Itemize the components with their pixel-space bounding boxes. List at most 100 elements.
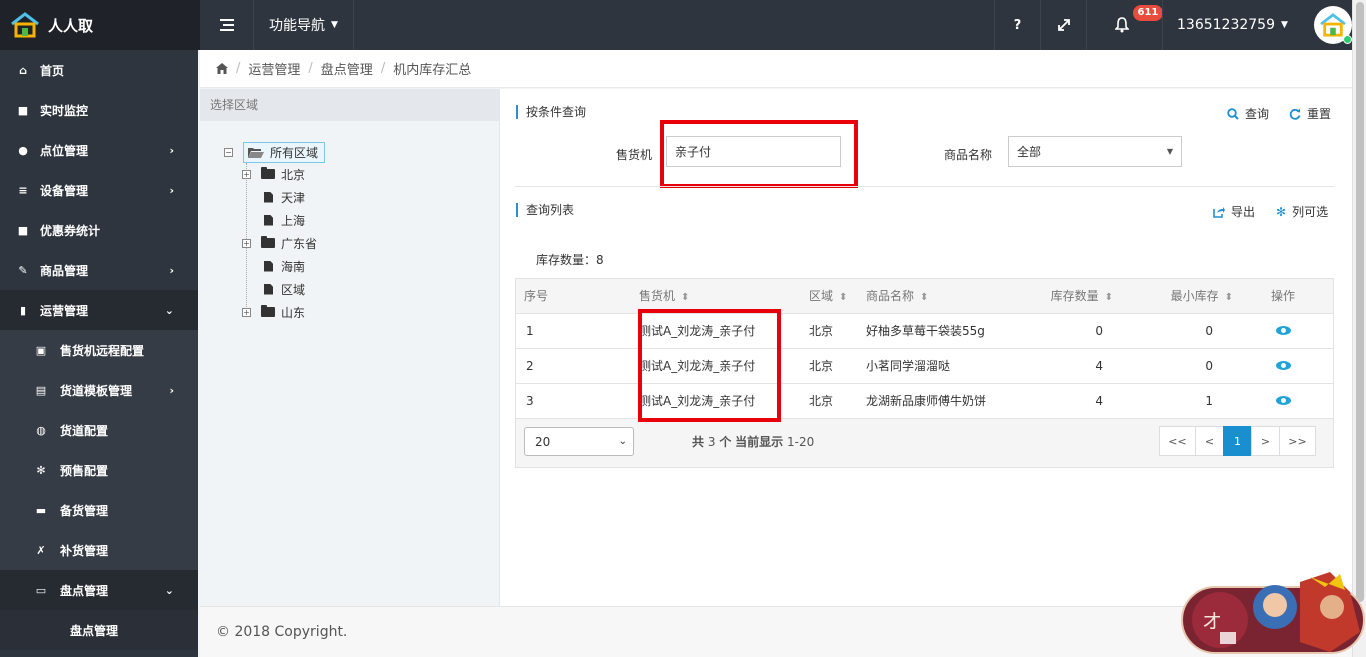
expand-toggle-icon[interactable]: + bbox=[242, 238, 251, 248]
tree-node-tianjin[interactable]: 天津 bbox=[264, 188, 305, 206]
breadcrumb-item-operations[interactable]: 运营管理 bbox=[248, 59, 300, 78]
sort-icon[interactable]: ⬍ bbox=[839, 292, 847, 303]
sort-icon[interactable]: ⬍ bbox=[1105, 292, 1113, 303]
sort-icon[interactable]: ⬍ bbox=[681, 292, 689, 303]
brand-name: 人人取 bbox=[48, 16, 94, 35]
logo-icon bbox=[11, 12, 39, 38]
product-select[interactable]: 全部 ▼ bbox=[1008, 136, 1182, 167]
sidebar-item-label: 优惠券统计 bbox=[40, 223, 101, 238]
chevron-right-icon: › bbox=[169, 383, 174, 397]
tree-node-selected[interactable]: 所有区域 bbox=[243, 141, 326, 163]
chevron-down-icon: ⌄ bbox=[618, 436, 627, 447]
prev-page-button[interactable]: < bbox=[1195, 426, 1224, 456]
sidebar-item-devices[interactable]: ≡ 设备管理 › bbox=[0, 170, 198, 210]
sidebar-item-coupons[interactable]: ■ 优惠券统计 bbox=[0, 210, 198, 250]
sidebar-item-locations[interactable]: ● 点位管理 › bbox=[0, 130, 198, 170]
cell-no: 2 bbox=[516, 348, 639, 384]
page-button-current[interactable]: 1 bbox=[1223, 426, 1252, 456]
view-eye-icon[interactable] bbox=[1275, 325, 1291, 335]
sidebar-item-monitor[interactable]: ■ 实时监控 bbox=[0, 90, 198, 130]
sidebar-subitem-channel-config[interactable]: ◍ 货道配置 bbox=[0, 410, 198, 450]
cell-min-stock: 0 bbox=[1113, 348, 1233, 384]
remote-config-icon: ▣ bbox=[35, 343, 47, 357]
file-icon: ▤ bbox=[35, 383, 47, 397]
divider bbox=[515, 186, 1334, 187]
home-icon[interactable] bbox=[216, 63, 228, 74]
export-button[interactable]: 导出 bbox=[1213, 203, 1255, 220]
sidebar-item-label: 预售配置 bbox=[60, 463, 109, 478]
cell-product: 好柚多草莓干袋装55g bbox=[866, 313, 1006, 349]
first-page-button[interactable]: << bbox=[1159, 426, 1196, 456]
sidebar-subitem-remote-config[interactable]: ▣ 售货机远程配置 bbox=[0, 330, 198, 370]
notifications-button[interactable]: 611 bbox=[1086, 0, 1164, 50]
gear-icon: ✻ bbox=[36, 463, 46, 477]
online-status-dot bbox=[1343, 35, 1352, 44]
avatar[interactable] bbox=[1314, 6, 1352, 44]
cell-product: 小茗同学溜溜哒 bbox=[866, 348, 1006, 384]
sidebar-item-products[interactable]: ✎ 商品管理 › bbox=[0, 250, 198, 290]
bookmark-icon: ▮ bbox=[19, 303, 27, 317]
tree-node-beijing[interactable]: + 北京 bbox=[242, 165, 305, 183]
collapse-toggle-icon[interactable]: − bbox=[224, 147, 233, 157]
sidebar-subitem-channel-template[interactable]: ▤ 货道模板管理 › bbox=[0, 370, 198, 410]
file-icon bbox=[264, 260, 273, 272]
tree-node-shanghai[interactable]: 上海 bbox=[264, 211, 305, 229]
breadcrumb-item-inventory[interactable]: 盘点管理 bbox=[321, 59, 373, 78]
brand[interactable]: 人人取 bbox=[0, 0, 200, 50]
search-button[interactable]: 查询 bbox=[1227, 105, 1269, 122]
reset-button[interactable]: 重置 bbox=[1289, 105, 1331, 122]
query-section-title: 按条件查询 bbox=[516, 105, 586, 119]
view-eye-icon[interactable] bbox=[1275, 360, 1291, 370]
caret-down-icon: ▼ bbox=[331, 20, 338, 30]
tree-node-hainan[interactable]: 海南 bbox=[264, 257, 305, 275]
function-nav-dropdown[interactable]: 功能导航 ▼ bbox=[254, 0, 354, 50]
sidebar-item-operations[interactable]: ▮ 运营管理 ⌄ bbox=[0, 290, 198, 330]
chevron-right-icon: › bbox=[169, 143, 174, 157]
sidebar-subsubitem-inventory-manage[interactable]: 盘点管理 bbox=[0, 610, 198, 650]
column-header-stock[interactable]: 库存数量 ⬍ bbox=[1006, 279, 1113, 314]
last-page-button[interactable]: >> bbox=[1279, 426, 1316, 456]
view-eye-icon[interactable] bbox=[1275, 395, 1291, 405]
cell-region: 北京 bbox=[809, 313, 866, 349]
fullscreen-button[interactable] bbox=[1040, 0, 1086, 50]
scrollbar-thumb[interactable] bbox=[1356, 2, 1364, 602]
sidebar-item-home[interactable]: ⌂ 首页 bbox=[0, 50, 198, 90]
money-icon: ▭ bbox=[35, 583, 47, 597]
column-header-no: 序号 bbox=[516, 279, 639, 314]
tree-node-root[interactable]: − 所有区域 bbox=[224, 141, 326, 163]
tree-node-guangdong[interactable]: + 广东省 bbox=[242, 234, 317, 252]
sidebar-item-label: 货道配置 bbox=[60, 423, 109, 438]
columns-toggle-button[interactable]: ✻ 列可选 bbox=[1276, 203, 1328, 220]
menu-toggle-button[interactable] bbox=[200, 0, 254, 50]
tree-node-label: 天津 bbox=[281, 190, 306, 205]
column-header-min-stock[interactable]: 最小库存 ⬍ bbox=[1113, 279, 1233, 314]
column-header-region[interactable]: 区域 ⬍ bbox=[809, 279, 866, 314]
gear-icon: ✻ bbox=[1276, 204, 1287, 219]
sidebar-subitem-presale[interactable]: ✻ 预售配置 bbox=[0, 450, 198, 490]
floating-game-widget[interactable]: オ bbox=[1180, 572, 1366, 657]
sidebar-subitem-inventory[interactable]: ▭ 盘点管理 ⌄ bbox=[0, 570, 198, 610]
expand-toggle-icon[interactable]: + bbox=[242, 169, 251, 179]
expand-toggle-icon[interactable]: + bbox=[242, 307, 251, 317]
chevron-down-icon: ⌄ bbox=[164, 583, 174, 597]
tree-node-shandong[interactable]: + 山东 bbox=[242, 303, 305, 321]
export-button-label: 导出 bbox=[1231, 205, 1256, 219]
sort-icon[interactable]: ⬍ bbox=[1225, 292, 1233, 303]
tree-node-region[interactable]: 区域 bbox=[264, 280, 305, 298]
column-header-product[interactable]: 商品名称 ⬍ bbox=[866, 279, 1006, 314]
question-icon: ? bbox=[1013, 17, 1022, 33]
sort-icon[interactable]: ⬍ bbox=[920, 292, 928, 303]
product-field-label: 商品名称 bbox=[944, 148, 993, 162]
sidebar-item-label: 实时监控 bbox=[40, 103, 89, 118]
cell-stock: 0 bbox=[1006, 313, 1113, 349]
sidebar-subitem-stock-prep[interactable]: ▬ 备货管理 bbox=[0, 490, 198, 530]
sidebar-subitem-replenish[interactable]: ✗ 补货管理 bbox=[0, 530, 198, 570]
sidebar-item-label: 盘点管理 bbox=[60, 583, 109, 598]
next-page-button[interactable]: > bbox=[1251, 426, 1280, 456]
user-menu[interactable]: 13651232759 ▼ bbox=[1162, 0, 1366, 50]
column-header-machine[interactable]: 售货机 ⬍ bbox=[639, 279, 809, 314]
cell-stock: 4 bbox=[1006, 348, 1113, 384]
vertical-scrollbar[interactable] bbox=[1352, 0, 1366, 657]
page-size-select[interactable]: 20 ⌄ bbox=[524, 427, 634, 456]
help-button[interactable]: ? bbox=[994, 0, 1040, 50]
